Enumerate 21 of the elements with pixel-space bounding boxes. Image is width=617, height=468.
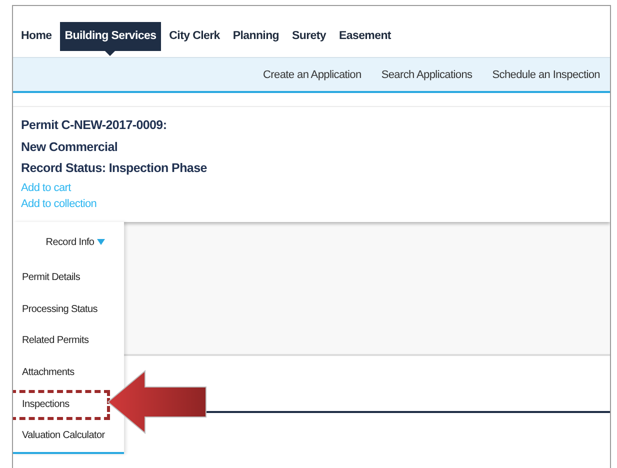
record-title: Record Status: Inspection Phase — [21, 160, 208, 177]
record-title: New Commercial — [21, 138, 119, 156]
menu-item[interactable]: Permit Details — [13, 272, 80, 284]
nav-tab[interactable]: Building Services — [60, 22, 162, 56]
sub-nav-link[interactable]: Search Applications — [381, 68, 472, 80]
record-info-dropdown[interactable]: Record Info — [13, 222, 124, 262]
caret-down-icon — [97, 239, 106, 245]
nav-tab[interactable]: Planning — [228, 22, 284, 56]
menu-item[interactable]: Processing Status — [13, 304, 98, 315]
menu-item[interactable]: Inspections — [13, 398, 70, 410]
sub-nav-link[interactable]: Schedule an Inspection — [492, 68, 600, 80]
nav-tab[interactable]: City Clerk — [164, 22, 225, 56]
nav-tab[interactable]: Home — [16, 22, 57, 56]
menu-item[interactable]: Valuation Calculator — [13, 430, 105, 442]
menu-item[interactable]: Attachments — [13, 367, 74, 378]
arrow-icon — [107, 370, 207, 434]
menu-item[interactable]: Related Permits — [13, 335, 89, 346]
nav-tab[interactable]: Surety — [287, 22, 332, 56]
record-title: Permit C-NEW-2017-0009: — [21, 117, 168, 134]
nav-tab[interactable]: Easement — [334, 22, 396, 56]
sub-nav-link[interactable]: Create an Application — [263, 68, 362, 80]
